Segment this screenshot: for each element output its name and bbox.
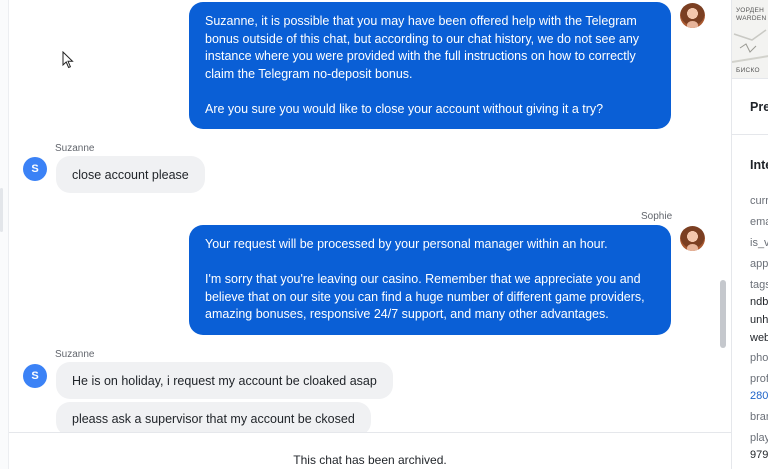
tag-value: ndb (750, 296, 768, 308)
map-label: БИСКО (736, 67, 760, 74)
panel-resize-handle[interactable] (0, 188, 3, 232)
message-text: Are you sure you would like to close you… (205, 101, 604, 116)
agent-message: Suzanne, it is possible that you may hav… (189, 2, 671, 129)
message-text: I'm sorry that you're leaving our casino… (205, 272, 645, 321)
sender-name: Sophie (641, 211, 673, 222)
info-label: app (750, 258, 768, 270)
user-message: close account please (56, 156, 205, 193)
map-label: WARDEN (736, 15, 767, 22)
customer-info-panel: УОРДЕН WARDEN БИСКО Pre Inte curr ema is… (731, 0, 768, 469)
divider (732, 78, 768, 79)
info-label: pho (750, 352, 768, 364)
info-label: prof (750, 373, 768, 385)
info-label: tags (750, 279, 768, 291)
divider (732, 134, 768, 135)
mouse-cursor-icon (62, 51, 74, 69)
section-heading[interactable]: Pre (750, 100, 768, 114)
sender-name: Suzanne (55, 349, 95, 360)
message-text: pleass ask a supervisor that my account … (72, 412, 355, 426)
info-label: is_v (750, 237, 768, 249)
map-label: УОРДЕН (736, 7, 765, 14)
archived-notice: This chat has been archived. (293, 453, 447, 467)
sender-name: Suzanne (55, 143, 95, 154)
info-label: play (750, 432, 768, 444)
agent-avatar (680, 226, 705, 251)
info-label: curr (750, 195, 768, 207)
tag-value: web (750, 332, 768, 344)
message-text: Suzanne, it is possible that you may hav… (205, 14, 640, 81)
section-heading[interactable]: Inte (750, 158, 768, 172)
chat-scrollbar[interactable] (720, 280, 726, 348)
info-label: bran (750, 411, 768, 423)
user-avatar: S (23, 364, 47, 388)
info-label: ema (750, 216, 768, 228)
map-thumbnail[interactable]: УОРДЕН WARDEN БИСКО (732, 0, 768, 78)
agent-avatar (680, 3, 705, 28)
archived-bar: This chat has been archived. (9, 432, 731, 469)
user-avatar: S (23, 157, 47, 181)
player-id-value: 979 (750, 449, 768, 461)
message-text: Your request will be processed by your p… (205, 237, 608, 251)
message-text: close account please (72, 167, 189, 182)
user-message: pleass ask a supervisor that my account … (56, 402, 371, 436)
user-message: He is on holiday, i request my account b… (56, 362, 393, 399)
message-text: He is on holiday, i request my account b… (72, 373, 377, 388)
tag-value: unh (750, 314, 768, 326)
profile-link[interactable]: 280 (750, 390, 768, 402)
left-panel-edge (0, 0, 9, 469)
chat-pane: Suzanne, it is possible that you may hav… (0, 0, 731, 469)
agent-message: Your request will be processed by your p… (189, 225, 671, 335)
